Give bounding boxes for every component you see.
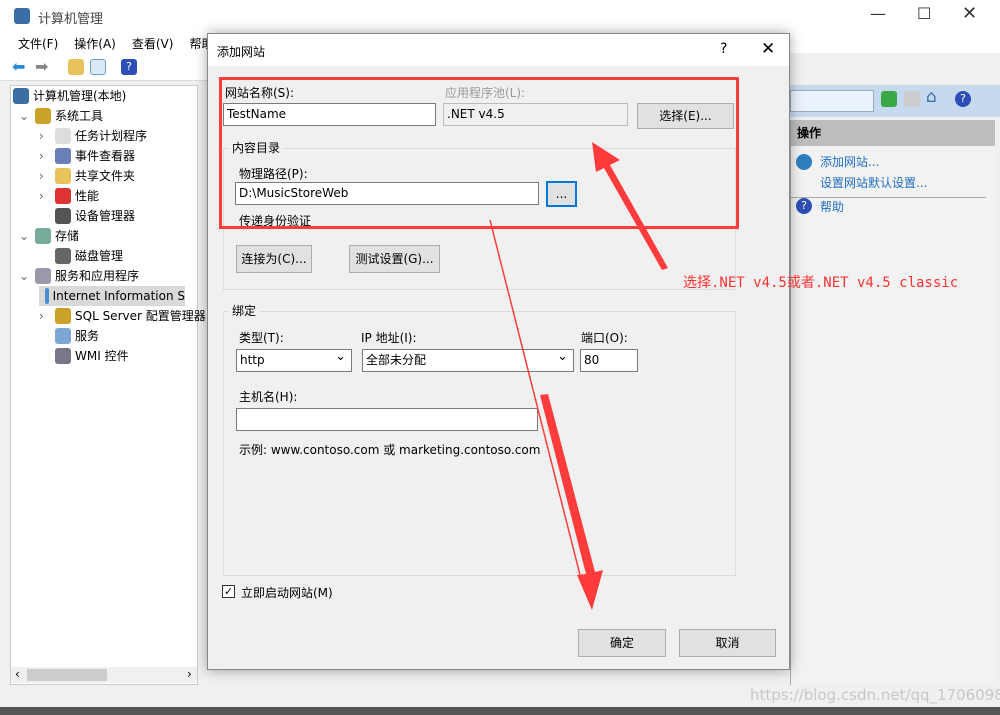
arrow-to-app-pool (592, 142, 668, 270)
status-bar (0, 707, 1000, 715)
thin-arrow-line (489, 219, 581, 576)
arrow-to-ok-button (540, 394, 603, 610)
annotation-text: 选择.NET v4.5或者.NET v4.5 classic (683, 275, 959, 291)
annotation-arrows (489, 142, 668, 610)
watermark: https://blog.csdn.net/qq_17060989 (750, 686, 1000, 704)
